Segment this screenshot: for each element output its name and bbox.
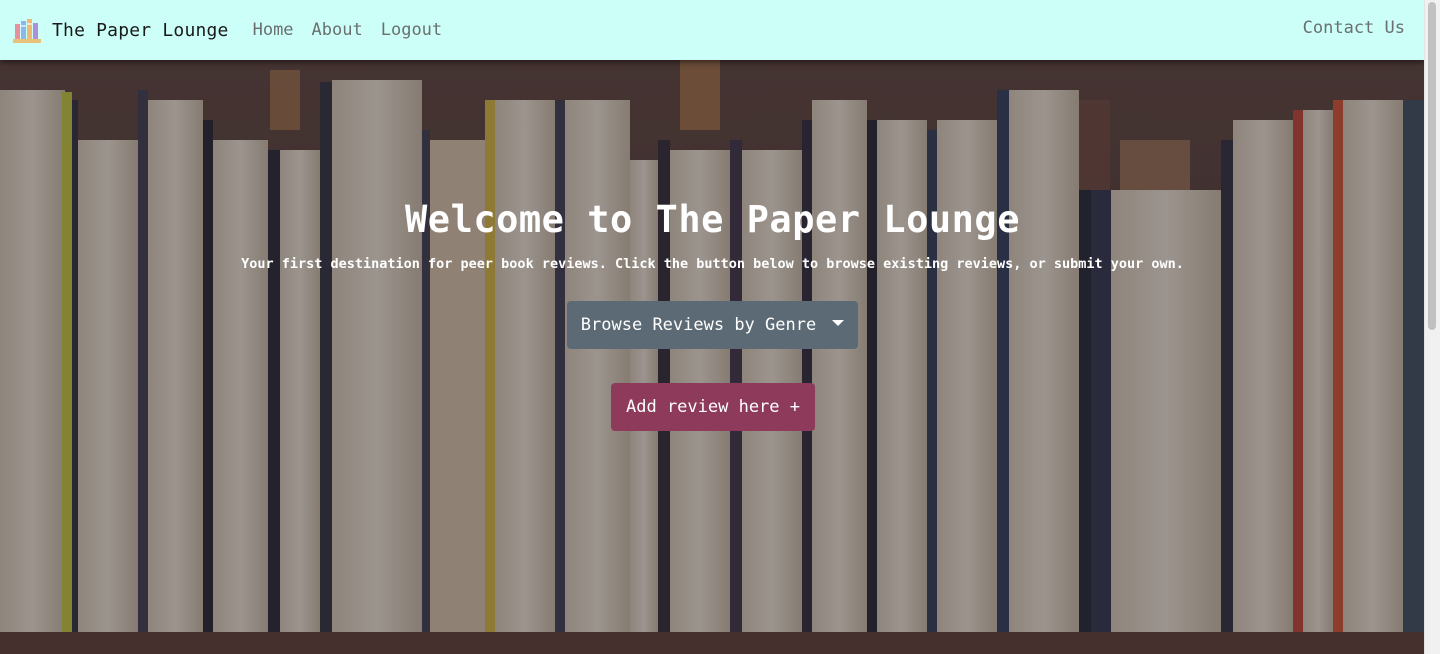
nav-link-logout[interactable]: Logout xyxy=(381,20,442,40)
hero-title: Welcome to The Paper Lounge xyxy=(405,198,1020,241)
brand-name: The Paper Lounge xyxy=(52,19,229,41)
browse-reviews-dropdown-button[interactable]: Browse Reviews by Genre xyxy=(567,301,858,349)
hero-section: Welcome to The Paper Lounge Your first d… xyxy=(0,60,1425,654)
browse-button-label: Browse Reviews by Genre xyxy=(580,315,817,335)
add-review-label: Add review here + xyxy=(626,397,800,417)
page: The Paper Lounge Home About Logout Conta… xyxy=(0,0,1440,654)
nav-links: Home About Logout xyxy=(253,20,461,40)
nav-link-home[interactable]: Home xyxy=(253,20,294,40)
scrollbar[interactable] xyxy=(1424,0,1440,654)
add-review-button[interactable]: Add review here + xyxy=(611,383,815,431)
nav-link-about[interactable]: About xyxy=(312,20,363,40)
scrollbar-thumb[interactable] xyxy=(1428,2,1436,330)
books-icon xyxy=(13,19,41,43)
chevron-down-icon xyxy=(832,320,845,326)
hero-overlay xyxy=(0,60,1425,654)
brand-link[interactable]: The Paper Lounge xyxy=(13,17,229,43)
nav-link-contact[interactable]: Contact Us xyxy=(1303,18,1405,38)
navbar: The Paper Lounge Home About Logout Conta… xyxy=(0,0,1425,60)
hero-subtitle: Your first destination for peer book rev… xyxy=(241,256,1184,272)
